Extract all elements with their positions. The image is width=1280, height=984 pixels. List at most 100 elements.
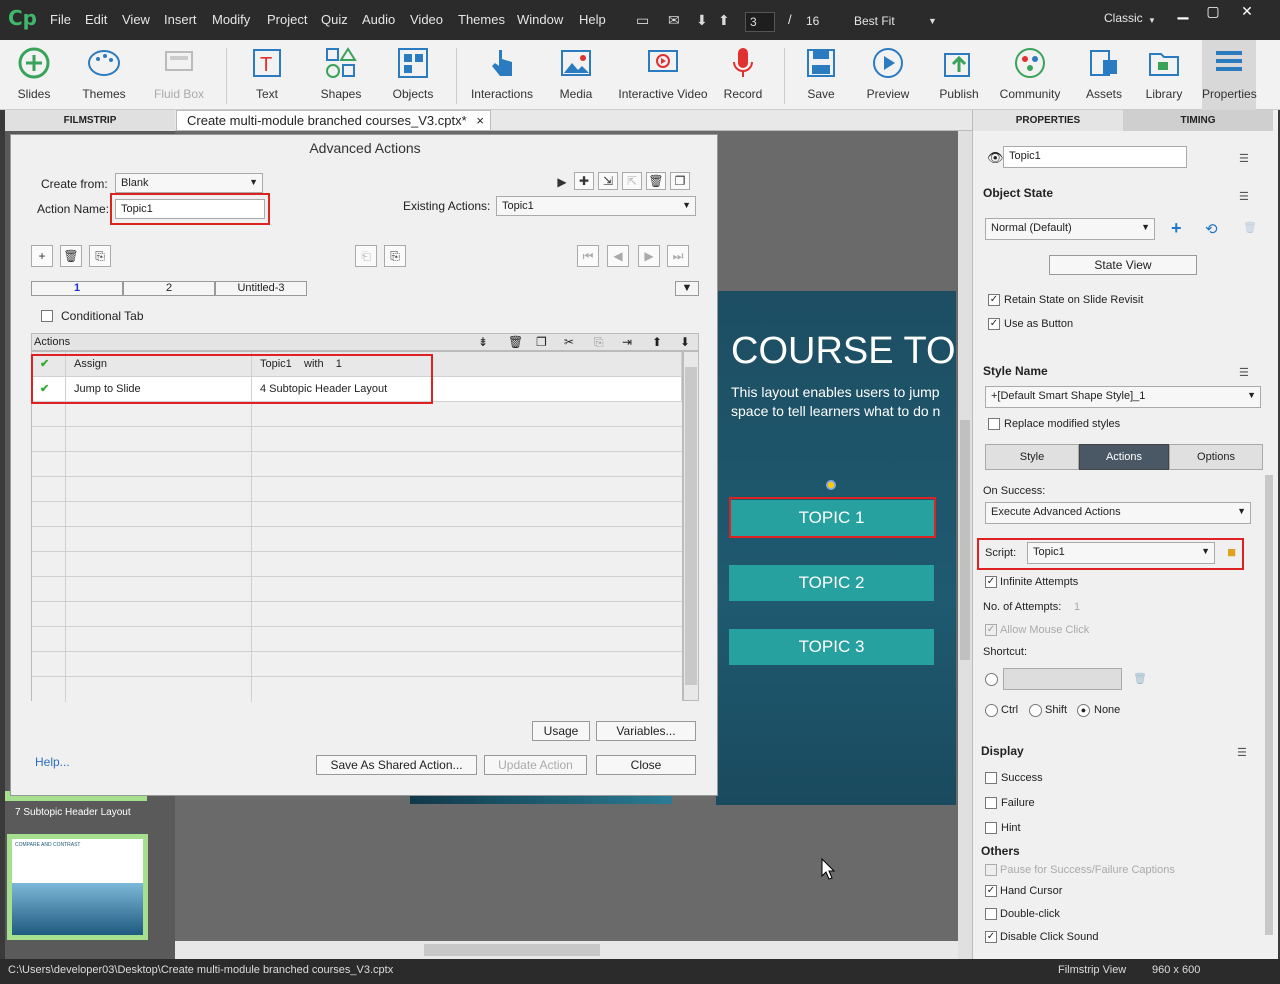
reset-state-icon[interactable]: ⟲ [1205,220,1218,238]
target-cell[interactable]: 4 Subtopic Header Layout [252,377,682,402]
maximize-icon[interactable]: ▢ [1198,0,1228,22]
hint-checkbox[interactable] [985,822,997,834]
tab-dropdown-icon[interactable]: ▼ [675,281,699,296]
table-row[interactable] [32,452,682,477]
subtab-options[interactable]: Options [1169,444,1263,470]
duplicate-decision-icon[interactable]: ⎘ [89,245,111,267]
community-button[interactable]: Community [996,40,1064,110]
action-cell[interactable]: Assign [66,352,252,377]
menu-themes[interactable]: Themes [458,12,505,27]
add-decision-icon[interactable]: + [31,245,53,267]
copy-block-icon[interactable]: ⎗ [355,245,377,267]
none-radio[interactable]: ● [1077,704,1090,717]
record-button[interactable]: Record [718,40,768,110]
infinite-attempts-checkbox[interactable]: ✓ [985,576,997,588]
menu-modify[interactable]: Modify [212,12,250,27]
menu-help[interactable]: Help [579,12,606,27]
text-button[interactable]: T Text [238,40,296,110]
subtab-style[interactable]: Style [985,444,1079,470]
update-action-button[interactable]: Update Action [484,755,587,775]
close-button[interactable]: Close [596,755,696,775]
table-row[interactable] [32,552,682,577]
slides-button[interactable]: Slides [6,40,62,110]
target-cell[interactable]: Topic1 with 1 [252,352,682,377]
preview-button[interactable]: Preview [860,40,916,110]
first-icon[interactable]: ⏮ [577,245,599,267]
topic-1-button[interactable]: TOPIC 1 [729,500,934,536]
delete-row-icon[interactable]: 🗑 [508,335,523,349]
fluid-box-button[interactable]: Fluid Box [148,40,210,110]
comment-icon[interactable]: ▭ [636,12,649,29]
move-down-icon[interactable]: ⬇ [680,335,690,349]
double-click-checkbox[interactable] [985,908,997,920]
visibility-eye-icon[interactable]: 👁 [987,150,1004,166]
usage-button[interactable]: Usage [532,721,590,741]
insert-row-icon[interactable]: ⇟ [478,335,488,349]
next-icon[interactable]: ▶ [638,245,660,267]
stage-vertical-scroll-thumb[interactable] [960,420,970,660]
slide-thumb-8[interactable]: COMPARE AND CONTRAST [7,834,148,940]
display-menu-icon[interactable]: ☰ [1237,746,1247,759]
media-button[interactable]: Media [546,40,606,110]
folder-icon[interactable]: ■ [1227,544,1236,561]
menu-view[interactable]: View [122,12,150,27]
add-state-icon[interactable]: + [1171,218,1182,239]
state-menu-icon[interactable]: ☰ [1239,190,1249,203]
table-row[interactable]: ✔ Jump to Slide 4 Subtopic Header Layout [32,377,682,402]
panel-menu-icon[interactable]: ☰ [1239,152,1249,165]
action-name-input[interactable]: Topic1 [115,199,265,219]
paste-row-icon[interactable]: ⎘ [594,335,604,350]
minimize-icon[interactable]: ▁ [1168,0,1198,22]
close-tab-icon[interactable]: × [476,113,484,128]
retain-state-checkbox[interactable]: ✓ [988,294,1000,306]
shortcut-input[interactable] [1003,668,1122,690]
properties-button[interactable]: Properties [1202,40,1257,110]
interactive-video-button[interactable]: Interactive Video [618,40,708,110]
object-state-select[interactable]: Normal (Default) ▼ [985,218,1155,240]
save-shared-action-button[interactable]: Save As Shared Action... [316,755,477,775]
paste-block-icon[interactable]: ⎘ [384,245,406,267]
library-button[interactable]: Library [1140,40,1188,110]
conditional-tab-checkbox[interactable] [41,310,53,322]
ctrl-radio[interactable] [985,704,998,717]
on-success-select[interactable]: Execute Advanced Actions ▼ [985,502,1251,524]
stage-horizontal-scroll-thumb[interactable] [424,944,600,956]
objects-button[interactable]: Objects [382,40,444,110]
script-select[interactable]: Topic1 ▼ [1027,542,1215,564]
variables-button[interactable]: Variables... [596,721,696,741]
decision-tab-3[interactable]: Untitled-3 [215,281,307,296]
current-page-input[interactable]: 3 [745,12,775,32]
menu-window[interactable]: Window [517,12,563,27]
preview-action-icon[interactable]: ▶ [551,172,573,194]
delete-action-icon[interactable]: 🗑 [646,172,666,190]
action-cell[interactable]: Jump to Slide [66,377,252,402]
attempts-value[interactable]: 1 [1074,601,1080,613]
style-name-select[interactable]: +[Default Smart Shape Style]_1 ▼ [985,386,1261,408]
state-view-button[interactable]: State View [1049,255,1197,275]
menu-quiz[interactable]: Quiz [321,12,348,27]
disable-sound-checkbox[interactable]: ✓ [985,931,997,943]
create-from-select[interactable]: Blank ▼ [115,173,263,193]
delete-state-icon[interactable]: 🗑 [1243,221,1257,234]
menu-file[interactable]: File [50,12,71,27]
publish-button[interactable]: Publish [930,40,988,110]
tab-filmstrip[interactable]: FILMSTRIP [5,110,175,131]
style-menu-icon[interactable]: ☰ [1239,366,1249,379]
replace-styles-checkbox[interactable] [988,418,1000,430]
arrow-down-icon[interactable]: ⬇ [696,12,708,29]
chevron-down-icon[interactable]: ▼ [928,16,937,26]
last-icon[interactable]: ⏭ [667,245,689,267]
help-link[interactable]: Help... [35,755,70,769]
shapes-button[interactable]: Shapes [310,40,372,110]
tab-document[interactable]: Create multi-module branched courses_V3.… [176,110,491,131]
topic-2-button[interactable]: TOPIC 2 [729,565,934,601]
delete-decision-icon[interactable]: 🗑 [60,245,82,267]
menu-edit[interactable]: Edit [85,12,107,27]
topic-3-button[interactable]: TOPIC 3 [729,629,934,665]
panel-scrollbar[interactable] [1265,475,1273,935]
table-row[interactable] [32,502,682,527]
rotate-handle[interactable] [826,480,836,490]
save-button[interactable]: Save [796,40,846,110]
table-row[interactable] [32,677,682,702]
success-checkbox[interactable] [985,772,997,784]
